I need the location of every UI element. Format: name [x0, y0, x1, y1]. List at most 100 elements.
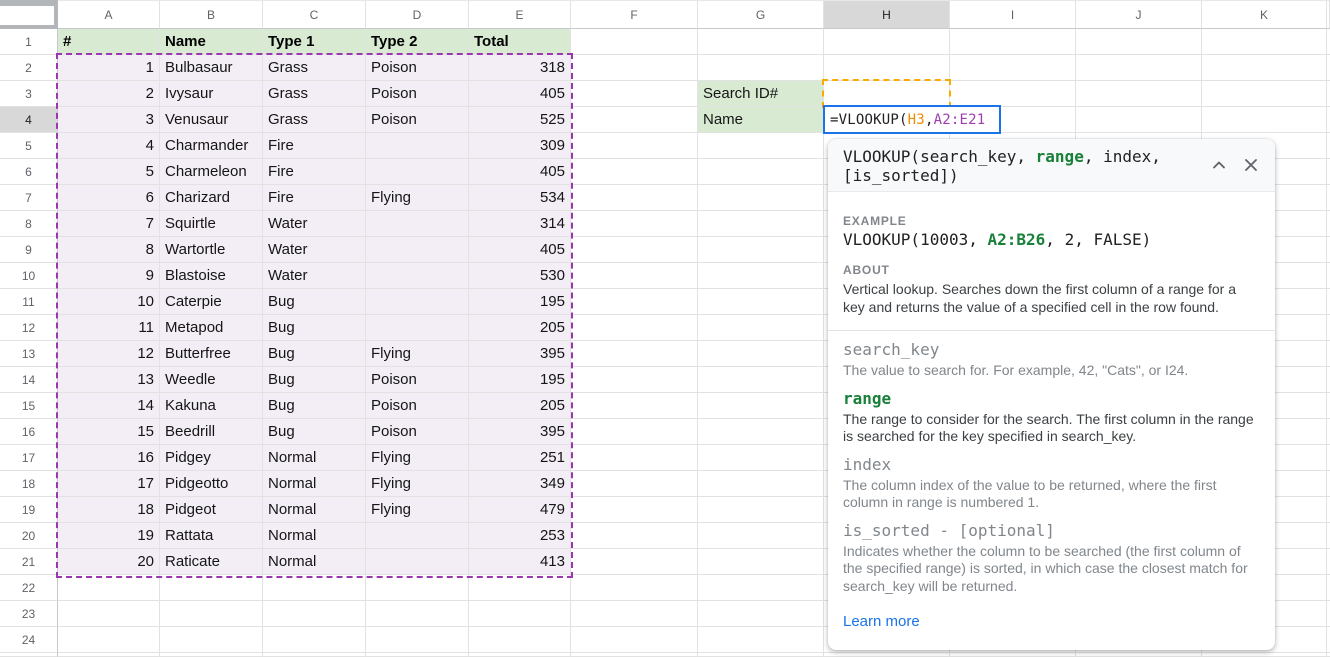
cell-G3[interactable]: Search ID#	[698, 81, 824, 107]
column-header-G[interactable]: G	[698, 0, 824, 29]
cell-G17[interactable]	[698, 445, 824, 471]
cell-B4[interactable]: Venusaur	[160, 107, 263, 133]
cell-A23[interactable]	[58, 601, 160, 627]
cell-C17[interactable]: Normal	[263, 445, 366, 471]
cell-G13[interactable]	[698, 341, 824, 367]
cell-G10[interactable]	[698, 263, 824, 289]
cell-C21[interactable]: Normal	[263, 549, 366, 575]
cell-G2[interactable]	[698, 55, 824, 81]
cell-F11[interactable]	[571, 289, 698, 315]
cell-B19[interactable]: Pidgeot	[160, 497, 263, 523]
cell-D7[interactable]: Flying	[366, 185, 469, 211]
cell-C1[interactable]: Type 1	[263, 29, 366, 55]
row-header-11[interactable]: 11	[0, 289, 58, 315]
column-header-A[interactable]: A	[58, 0, 160, 29]
cell-C22[interactable]	[263, 575, 366, 601]
cell-B20[interactable]: Rattata	[160, 523, 263, 549]
cell-F23[interactable]	[571, 601, 698, 627]
cell-B16[interactable]: Beedrill	[160, 419, 263, 445]
row-header-4[interactable]: 4	[0, 107, 58, 133]
cell-K3[interactable]	[1202, 81, 1327, 107]
cell-F9[interactable]	[571, 237, 698, 263]
cell-E12[interactable]: 205	[469, 315, 571, 341]
cell-G15[interactable]	[698, 393, 824, 419]
cell-D1[interactable]: Type 2	[366, 29, 469, 55]
cell-F15[interactable]	[571, 393, 698, 419]
row-header-5[interactable]: 5	[0, 133, 58, 159]
cell-G21[interactable]	[698, 549, 824, 575]
learn-more-link[interactable]: Learn more	[843, 613, 920, 630]
cell-G14[interactable]	[698, 367, 824, 393]
row-header-16[interactable]: 16	[0, 419, 58, 445]
cell-D9[interactable]	[366, 237, 469, 263]
cell-K4[interactable]	[1202, 107, 1327, 133]
cell-F7[interactable]	[571, 185, 698, 211]
cell-B18[interactable]: Pidgeotto	[160, 471, 263, 497]
column-header-E[interactable]: E	[469, 0, 571, 29]
row-header-3[interactable]: 3	[0, 81, 58, 107]
cell-C18[interactable]: Normal	[263, 471, 366, 497]
cell-G9[interactable]	[698, 237, 824, 263]
cell-F14[interactable]	[571, 367, 698, 393]
cell-G18[interactable]	[698, 471, 824, 497]
column-header-I[interactable]: I	[950, 0, 1076, 29]
column-header-B[interactable]: B	[160, 0, 263, 29]
cell-C5[interactable]: Fire	[263, 133, 366, 159]
cell-J3[interactable]	[1076, 81, 1202, 107]
cell-K1[interactable]	[1202, 29, 1327, 55]
row-header-7[interactable]: 7	[0, 185, 58, 211]
cell-C14[interactable]: Bug	[263, 367, 366, 393]
cell-D22[interactable]	[366, 575, 469, 601]
cell-F19[interactable]	[571, 497, 698, 523]
cell-A5[interactable]: 4	[58, 133, 160, 159]
cell-D23[interactable]	[366, 601, 469, 627]
cell-D2[interactable]: Poison	[366, 55, 469, 81]
row-header-24[interactable]: 24	[0, 627, 58, 653]
cell-A15[interactable]: 14	[58, 393, 160, 419]
column-header-K[interactable]: K	[1202, 0, 1327, 29]
cell-E14[interactable]: 195	[469, 367, 571, 393]
cell-B24[interactable]	[160, 627, 263, 653]
cell-J2[interactable]	[1076, 55, 1202, 81]
cell-A24[interactable]	[58, 627, 160, 653]
row-header-2[interactable]: 2	[0, 55, 58, 81]
cell-A20[interactable]: 19	[58, 523, 160, 549]
cell-C19[interactable]: Normal	[263, 497, 366, 523]
cell-A17[interactable]: 16	[58, 445, 160, 471]
cell-E4[interactable]: 525	[469, 107, 571, 133]
cell-E8[interactable]: 314	[469, 211, 571, 237]
cell-B7[interactable]: Charizard	[160, 185, 263, 211]
cell-F3[interactable]	[571, 81, 698, 107]
cell-C4[interactable]: Grass	[263, 107, 366, 133]
cell-E1[interactable]: Total	[469, 29, 571, 55]
cell-A18[interactable]: 17	[58, 471, 160, 497]
cell-A7[interactable]: 6	[58, 185, 160, 211]
cell-A10[interactable]: 9	[58, 263, 160, 289]
cell-B2[interactable]: Bulbasaur	[160, 55, 263, 81]
column-header-H[interactable]: H	[824, 0, 950, 29]
row-header-18[interactable]: 18	[0, 471, 58, 497]
cell-A9[interactable]: 8	[58, 237, 160, 263]
cell-D4[interactable]: Poison	[366, 107, 469, 133]
cell-B12[interactable]: Metapod	[160, 315, 263, 341]
cell-C24[interactable]	[263, 627, 366, 653]
cell-D24[interactable]	[366, 627, 469, 653]
cell-B17[interactable]: Pidgey	[160, 445, 263, 471]
cell-A21[interactable]: 20	[58, 549, 160, 575]
cell-A8[interactable]: 7	[58, 211, 160, 237]
cell-D10[interactable]	[366, 263, 469, 289]
cell-E21[interactable]: 413	[469, 549, 571, 575]
cell-G19[interactable]	[698, 497, 824, 523]
row-header-15[interactable]: 15	[0, 393, 58, 419]
cell-F21[interactable]	[571, 549, 698, 575]
cell-F8[interactable]	[571, 211, 698, 237]
cell-G8[interactable]	[698, 211, 824, 237]
row-header-10[interactable]: 10	[0, 263, 58, 289]
cell-I3[interactable]	[950, 81, 1076, 107]
cell-A3[interactable]: 2	[58, 81, 160, 107]
cell-D19[interactable]: Flying	[366, 497, 469, 523]
row-header-23[interactable]: 23	[0, 601, 58, 627]
cell-D6[interactable]	[366, 159, 469, 185]
cell-A22[interactable]	[58, 575, 160, 601]
cell-C6[interactable]: Fire	[263, 159, 366, 185]
